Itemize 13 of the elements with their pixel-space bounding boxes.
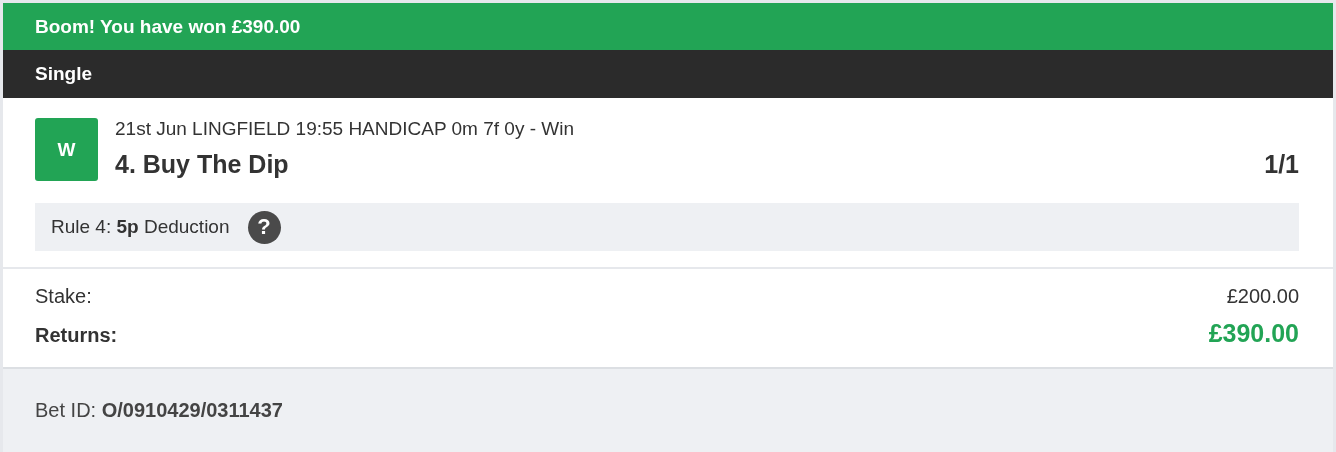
odds: 1/1	[1264, 150, 1299, 179]
help-icon[interactable]: ?	[247, 210, 281, 244]
total-label: Stake:	[35, 285, 92, 308]
total-value: £200.00	[1226, 285, 1299, 308]
result-badge: W	[35, 118, 98, 181]
total-value: £390.00	[1208, 319, 1299, 348]
win-message: Boom! You have won £390.00	[35, 15, 301, 38]
bet-type: Single	[35, 63, 92, 85]
selection-name: 4. Buy The Dip	[115, 150, 289, 179]
bet-id: Bet ID: O/0910429/0311437	[35, 399, 283, 422]
total-label: Returns:	[35, 324, 118, 347]
rule4-text: Rule 4: 5p Deduction	[51, 216, 230, 238]
event-details: 21st Jun LINGFIELD 19:55 HANDICAP 0m 7f 0y - Win	[115, 118, 575, 140]
